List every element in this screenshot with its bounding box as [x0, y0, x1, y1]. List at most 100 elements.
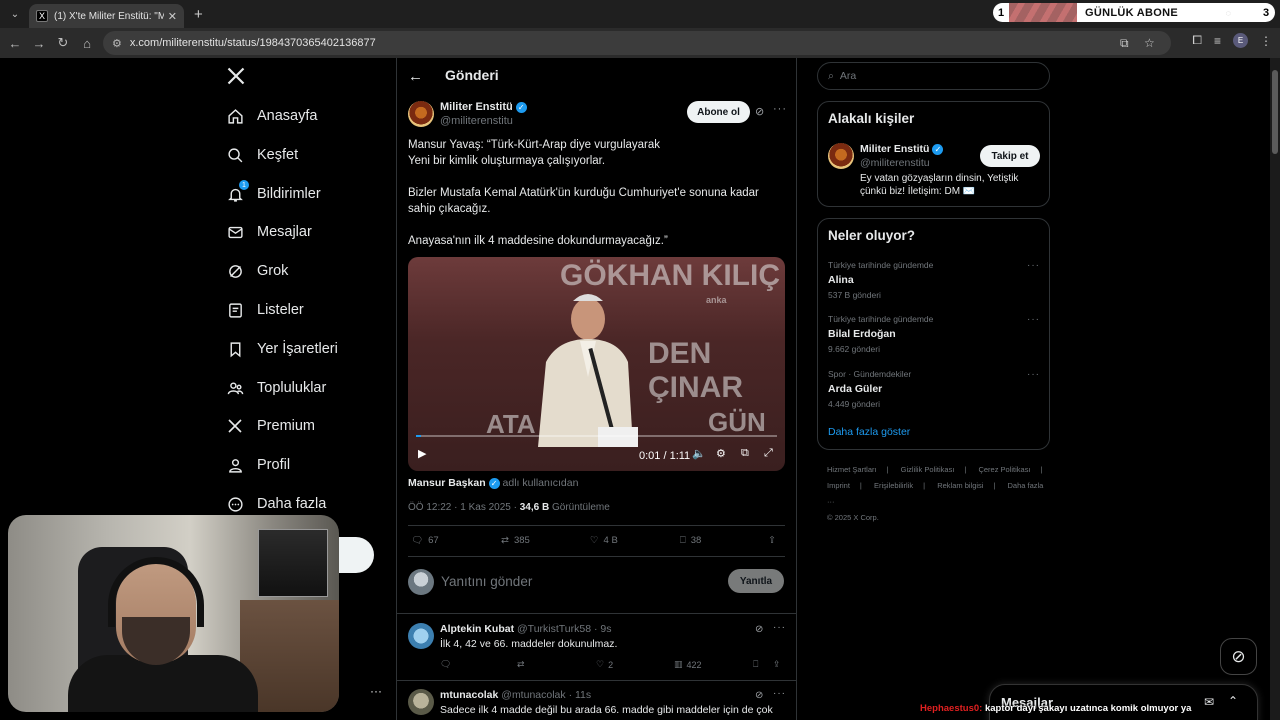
comment-handle[interactable]: @mtunacolak	[501, 689, 565, 701]
comment-time: · 11s	[568, 689, 592, 701]
author-avatar[interactable]	[408, 101, 434, 127]
comment-avatar[interactable]	[408, 689, 434, 715]
nav-item-bookmarks[interactable]: Yer İşaretleri	[226, 337, 338, 361]
footer-separator: |	[923, 481, 926, 490]
video-progress-fill	[416, 435, 422, 437]
nav-item-premium[interactable]: Premium	[226, 414, 315, 438]
related-avatar[interactable]	[828, 143, 854, 169]
search-input[interactable]: ⌕ Ara	[817, 62, 1050, 90]
site-info-icon[interactable]: ⚙	[112, 37, 122, 50]
tab-title: (1) X'te Militer Enstitü: "Mansur	[54, 10, 164, 22]
comment-handle[interactable]: @TurkistTurk58	[517, 623, 591, 635]
settings-icon[interactable]: ⚙	[716, 447, 726, 460]
home-button[interactable]: ⌂	[75, 36, 99, 51]
nav-item-more[interactable]: Daha fazla	[226, 492, 326, 516]
footer-link[interactable]: Reklam bilgisi	[937, 481, 983, 490]
trend-item[interactable]: Türkiye tarihinde gündemde Bilal Erdoğan…	[828, 314, 1040, 354]
comment-bookmark-button[interactable]: ⎕	[753, 659, 758, 670]
related-author[interactable]: Militer Enstitü ✓	[860, 143, 944, 155]
subscribe-button[interactable]: Abone ol	[687, 101, 750, 123]
like-count-button[interactable]: ♡ 4 B	[590, 535, 618, 546]
fullscreen-icon[interactable]: ⤢	[764, 447, 773, 460]
related-handle[interactable]: @militerenstitu	[860, 157, 930, 169]
page-scrollbar[interactable]	[1270, 58, 1280, 720]
nav-item-notifications[interactable]: 1 Bildirimler	[226, 180, 321, 206]
bookmark-count-button[interactable]: ⎕ 38	[680, 535, 701, 546]
trend-item[interactable]: Türkiye tarihinde gündemde Alina 537 B g…	[828, 260, 1040, 300]
picture-in-picture-icon[interactable]: ⧉	[741, 447, 749, 460]
video-player[interactable]: GÖKHAN KILIÇ DEN ÇINAR ATA GÜN anka ▶ 0:…	[408, 257, 785, 471]
messages-drawer[interactable]: Mesajlar ✉ ⌃	[989, 684, 1258, 720]
expand-up-icon[interactable]: ⌃	[1228, 694, 1238, 708]
post-author[interactable]: Militer Enstitü ✓	[440, 101, 527, 113]
reply-input[interactable]: Yanıtını gönder	[441, 574, 532, 589]
tab-search-button[interactable]: ⌄	[3, 4, 27, 24]
comment-like-button[interactable]: ♡ 2	[596, 659, 613, 670]
more-options-icon[interactable]: ···	[773, 688, 786, 699]
grok-icon[interactable]: ⊘	[755, 624, 763, 635]
back-arrow-icon[interactable]: ←	[408, 68, 423, 85]
follow-button[interactable]: Takip et	[980, 145, 1040, 167]
profile-avatar[interactable]: E	[1233, 33, 1248, 48]
browser-menu-icon[interactable]: ⋮	[1260, 34, 1272, 48]
volume-icon[interactable]: 🔈	[692, 447, 706, 460]
post-timestamp[interactable]: ÖÖ 12:22 · 1 Kas 2025 ·	[408, 502, 520, 513]
related-author-name: Militer Enstitü	[860, 143, 930, 155]
back-button[interactable]: ←	[3, 36, 27, 51]
person-icon	[226, 456, 244, 474]
comment-author[interactable]: Alptekin Kubat	[440, 623, 514, 635]
install-app-icon[interactable]: ⧉	[1120, 36, 1129, 51]
trend-item[interactable]: Spor · Gündemdekiler Arda Güler 4.449 gö…	[828, 369, 1040, 409]
comment-avatar[interactable]	[408, 623, 434, 649]
webcam-overlay	[8, 515, 339, 712]
address-bar[interactable]: ⚙ x.com/militerenstitu/status/1984370365…	[103, 31, 1171, 55]
more-options-icon[interactable]: ···	[1027, 369, 1040, 380]
scrollbar-thumb[interactable]	[1272, 70, 1278, 154]
forward-button[interactable]: →	[27, 36, 51, 51]
nav-item-communities[interactable]: Topluluklar	[226, 376, 326, 400]
reply-button[interactable]: Yanıtla	[728, 569, 784, 593]
show-more-link[interactable]: Daha fazla göster	[828, 426, 910, 438]
grok-icon[interactable]: ⊘	[755, 690, 763, 701]
nav-item-lists[interactable]: Listeler	[226, 298, 304, 322]
footer-link[interactable]: Imprint	[827, 481, 850, 490]
related-people-card: Alakalı kişiler Militer Enstitü ✓ @milite…	[817, 101, 1050, 207]
more-options-icon[interactable]: ···	[773, 622, 786, 633]
video-progress-bar[interactable]	[416, 435, 777, 437]
footer-link[interactable]: Çerez Politikası	[978, 465, 1030, 474]
nav-item-profile[interactable]: Profil	[226, 453, 290, 477]
new-tab-button[interactable]: +	[194, 6, 203, 23]
comment-share-button[interactable]: ⇪	[773, 659, 781, 670]
browser-tab[interactable]: X (1) X'te Militer Enstitü: "Mansur ✕	[29, 4, 184, 28]
author-handle[interactable]: @militerenstitu	[440, 115, 513, 127]
account-more-icon[interactable]: ···	[370, 684, 382, 698]
x-logo-icon[interactable]	[226, 66, 246, 86]
play-icon[interactable]: ▶	[418, 447, 426, 460]
comment-views-button[interactable]: ▥ 422	[674, 659, 702, 670]
footer-link[interactable]: Hizmet Şartları	[827, 465, 877, 474]
more-options-icon[interactable]: ···	[1027, 260, 1040, 271]
close-tab-icon[interactable]: ✕	[168, 10, 177, 23]
nav-item-messages[interactable]: Mesajlar	[226, 220, 312, 244]
nav-item-home[interactable]: Anasayfa	[226, 104, 317, 128]
comment-author[interactable]: mtunacolak	[440, 689, 498, 701]
nav-item-grok[interactable]: Grok	[226, 259, 288, 283]
extensions-icon[interactable]: ⧠	[1192, 33, 1202, 48]
more-options-icon[interactable]: ···	[1027, 314, 1040, 325]
reload-button[interactable]: ↻	[51, 35, 75, 51]
attribution-name[interactable]: Mansur Başkan	[408, 477, 486, 489]
comment-repost-button[interactable]: ⇄	[517, 659, 525, 670]
share-button[interactable]: ⇪	[768, 535, 776, 546]
footer-link[interactable]: Erişilebilirlik	[874, 481, 913, 490]
new-message-icon[interactable]: ✉	[1204, 695, 1214, 709]
repost-count-button[interactable]: ⇄ 385	[501, 535, 530, 546]
grok-icon[interactable]: ⊘	[755, 105, 764, 118]
bookmark-star-icon[interactable]: ☆	[1144, 36, 1155, 50]
footer-link[interactable]: Gizlilik Politikası	[901, 465, 955, 474]
nav-item-explore[interactable]: Keşfet	[226, 143, 298, 167]
grok-floating-button[interactable]: ⊘	[1220, 638, 1257, 675]
comment-reply-button[interactable]: 🗨	[440, 659, 451, 670]
more-options-icon[interactable]: ···	[773, 103, 787, 115]
reply-count-button[interactable]: 🗨 67	[411, 535, 439, 546]
reading-list-icon[interactable]: ≡	[1214, 34, 1221, 48]
